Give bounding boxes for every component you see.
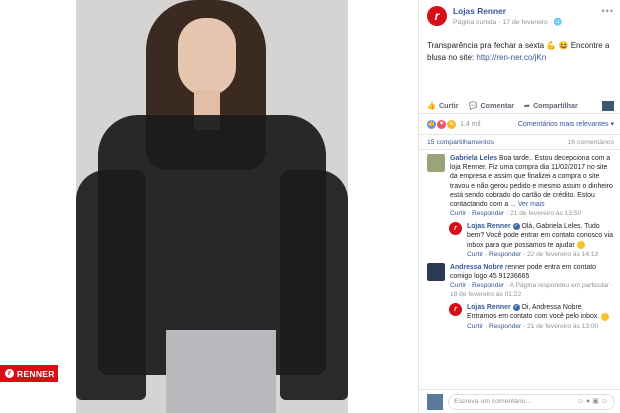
- comment-meta: Curtir · Responder · A Página respondeu …: [450, 281, 614, 299]
- share-label: Compartilhar: [533, 101, 578, 110]
- reply-body: Lojas Renner ✓ Olá, Gabriela Leles. Tudo…: [467, 222, 614, 259]
- facebook-photo-viewer: r RENNER r Lojas Renner Página curtida ·…: [0, 0, 620, 413]
- comments-count[interactable]: 16 comentários: [568, 139, 614, 146]
- reply-actions[interactable]: Curtir · Responder: [467, 323, 521, 330]
- reply-item: r Lojas Renner ✓ Olá, Gabriela Leles. Tu…: [449, 222, 614, 259]
- avatar: [427, 393, 443, 410]
- bicep-emoji-icon: 💪: [546, 41, 557, 50]
- share-icon: ➦: [524, 101, 531, 110]
- smile-emoji-icon: [601, 312, 610, 321]
- post-link[interactable]: http://ren-ner.co/jKn: [476, 53, 546, 62]
- reply-meta: Curtir · Responder · 22 de fevereiro às …: [467, 250, 614, 259]
- comment-item: Andressa Nobre renner pode entra em cont…: [427, 262, 614, 299]
- page-avatar[interactable]: r: [427, 6, 447, 26]
- composer-tools-icon[interactable]: ☺●▣☺: [577, 395, 614, 409]
- reply-body: Lojas Renner ✓ Oi, Andressa Nobre. Entra…: [467, 303, 614, 330]
- like-reaction-icon[interactable]: 👍: [427, 119, 436, 129]
- sort-label: Comentários mais relevantes: [517, 121, 609, 128]
- comments-list: Gabriela Leles Boa tarde.. Estou decepci…: [419, 150, 620, 331]
- share-button[interactable]: ➦ Compartilhar: [524, 101, 578, 110]
- post-header-text: Lojas Renner Página curtida · 17 de feve…: [453, 6, 562, 34]
- chevron-down-icon: ▾: [610, 121, 614, 128]
- more-options-icon[interactable]: •••: [602, 6, 614, 16]
- avatar[interactable]: [427, 154, 445, 172]
- comment-body: Gabriela Leles Boa tarde.. Estou decepci…: [450, 154, 614, 218]
- reply-author[interactable]: Lojas Renner: [467, 223, 511, 230]
- comment-body: Andressa Nobre renner pode entra em cont…: [450, 263, 614, 299]
- reply-actions[interactable]: Curtir · Responder: [467, 251, 521, 258]
- renner-watermark: r RENNER: [0, 365, 58, 382]
- post-header: r Lojas Renner Página curtida · 17 de fe…: [419, 0, 620, 34]
- page-name-link[interactable]: Lojas Renner: [453, 6, 562, 16]
- comment-input-placeholder: Escreva um comentário...: [454, 397, 532, 405]
- reply-item: r Lojas Renner ✓ Oi, Andressa Nobre. Ent…: [449, 303, 614, 330]
- comment-date: · 21 de fevereiro às 13:50: [504, 210, 582, 218]
- reply-author[interactable]: Lojas Renner: [467, 304, 511, 311]
- grin-emoji-icon: 😆: [558, 41, 569, 50]
- photo-model-face: [178, 18, 236, 96]
- comment-actions[interactable]: Curtir · Responder: [450, 210, 504, 217]
- actor-selector-avatar[interactable]: [602, 100, 614, 111]
- product-photo[interactable]: [76, 0, 348, 413]
- comment-item: Gabriela Leles Boa tarde.. Estou decepci…: [427, 154, 614, 218]
- comment-author[interactable]: Andressa Nobre: [450, 264, 503, 271]
- avatar[interactable]: r: [449, 222, 462, 236]
- shares-count[interactable]: 15 compartilhamentos: [427, 139, 494, 146]
- verified-badge-icon: ✓: [512, 303, 520, 311]
- comment-author[interactable]: Gabriela Leles: [450, 155, 497, 162]
- comment-input[interactable]: Escreva um comentário... ☺●▣☺: [448, 393, 615, 410]
- post-actions: 👍 Curtir 💬 Comentar ➦ Compartilhar: [419, 98, 620, 114]
- like-label: Curtir: [438, 101, 459, 110]
- post-meta: Página curtida · 17 de fevereiro · 🌐: [453, 18, 562, 26]
- comment-label: Comentar: [480, 101, 515, 110]
- post-text-main: Transparência pra fechar a sexta: [427, 41, 547, 50]
- avatar[interactable]: [427, 262, 445, 281]
- comment-sort-dropdown[interactable]: Comentários mais relevantes ▾: [518, 120, 614, 128]
- love-reaction-icon[interactable]: ♥: [437, 119, 446, 129]
- reply-date: · 21 de fevereiro às 13:00: [521, 322, 599, 330]
- brand-badge-text: RENNER: [17, 368, 55, 379]
- renner-logo-icon: r: [5, 369, 14, 378]
- comment-meta: Curtir · Responder · 21 de fevereiro às …: [450, 209, 614, 218]
- post-meta-text: Página curtida · 17 de fevereiro ·: [453, 19, 554, 26]
- post-text: Transparência pra fechar a sexta 💪 😆 Enc…: [419, 34, 620, 98]
- comment-composer: Escreva um comentário... ☺●▣☺: [419, 389, 620, 413]
- see-more-link[interactable]: Ver mais: [518, 201, 545, 208]
- comment-actions[interactable]: Curtir · Responder: [450, 282, 504, 289]
- reply-date: · 22 de fevereiro às 14:13: [521, 250, 599, 258]
- photo-pants: [166, 330, 276, 413]
- avatar[interactable]: r: [449, 303, 462, 317]
- verified-badge-icon: ✓: [512, 222, 520, 230]
- comment-button[interactable]: 💬 Comentar: [469, 101, 515, 110]
- smile-emoji-icon: [576, 240, 585, 249]
- reactions-row: 👍 ♥ o 1,4 mil Comentários mais relevante…: [419, 114, 620, 134]
- stats-row: 15 compartilhamentos 16 comentários: [419, 134, 620, 150]
- comment-icon: 💬: [468, 101, 478, 110]
- reply-meta: Curtir · Responder · 21 de fevereiro às …: [467, 322, 614, 331]
- thumbs-up-icon: 👍: [427, 101, 436, 110]
- photo-area: r RENNER: [0, 0, 418, 413]
- like-button[interactable]: 👍 Curtir: [427, 101, 459, 110]
- post-panel: r Lojas Renner Página curtida · 17 de fe…: [418, 0, 620, 413]
- reaction-count[interactable]: 1,4 mil: [460, 121, 481, 128]
- wow-reaction-icon[interactable]: o: [447, 119, 456, 129]
- globe-icon: 🌐: [553, 19, 563, 26]
